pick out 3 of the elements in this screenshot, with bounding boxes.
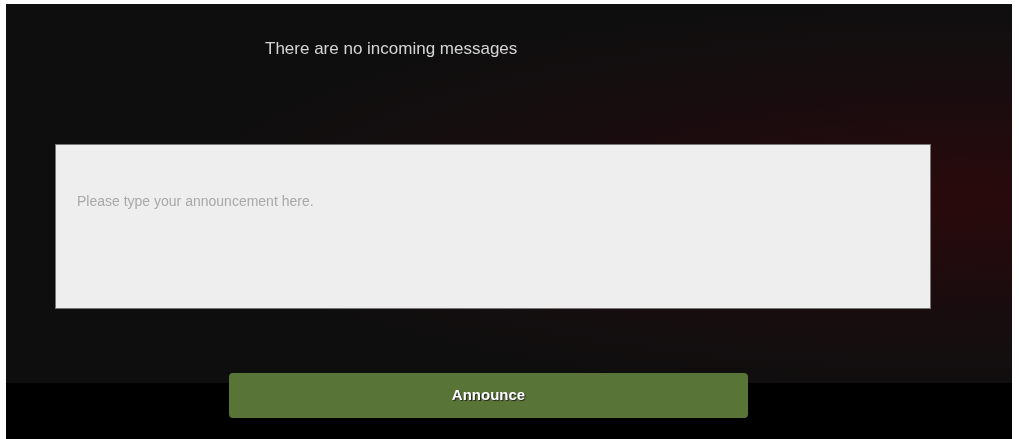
- empty-messages-text: There are no incoming messages: [265, 39, 518, 58]
- announcement-field[interactable]: Please type your announcement here.: [55, 143, 931, 309]
- announce-button[interactable]: Announce: [229, 372, 748, 418]
